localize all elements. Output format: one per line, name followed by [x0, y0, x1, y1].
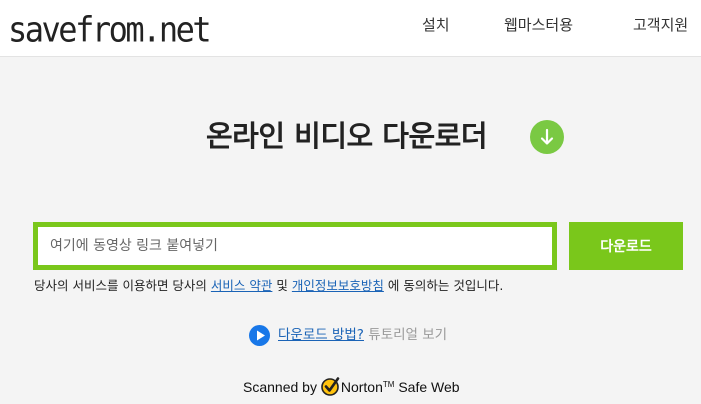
safe-web-label: Safe Web: [398, 379, 460, 395]
terms-prefix: 당사의 서비스를 이용하면 당사의: [34, 278, 207, 293]
privacy-policy-link[interactable]: 개인정보보호방침: [292, 278, 384, 293]
nav-webmaster[interactable]: 웹마스터용: [504, 16, 573, 34]
page-title: 온라인 비디오 다운로더: [206, 119, 488, 153]
arrow-down-circle-icon: [530, 120, 564, 154]
norton-safe-web-badge[interactable]: Scanned by NortonTM Safe Web: [243, 372, 460, 400]
nav-support[interactable]: 고객지원: [633, 16, 688, 34]
how-to-download-link[interactable]: 다운로드 방법?: [278, 327, 364, 343]
terms-suffix: 에 동의하는 것입니다.: [387, 278, 504, 293]
tutorial-row: 다운로드 방법? 튜토리얼 보기: [249, 324, 447, 346]
url-input[interactable]: [38, 227, 552, 265]
norton-check-icon: [320, 375, 342, 397]
trademark-mark: TM: [382, 380, 395, 389]
tutorial-text: 튜토리얼 보기: [368, 327, 448, 343]
site-header: savefrom.net 설치 웹마스터용 고객지원: [0, 0, 701, 57]
site-logo[interactable]: savefrom.net: [8, 9, 212, 50]
play-circle-icon[interactable]: [249, 324, 270, 346]
norton-brand: Norton: [340, 379, 383, 395]
scanned-by-label: Scanned by: [243, 379, 317, 395]
download-button[interactable]: 다운로드: [569, 222, 683, 270]
terms-of-service-link[interactable]: 서비스 약관: [211, 278, 272, 293]
nav-install[interactable]: 설치: [422, 16, 450, 34]
terms-middle: 및: [276, 278, 288, 293]
terms-notice: 당사의 서비스를 이용하면 당사의 서비스 약관 및 개인정보보호방침 에 동의…: [34, 278, 503, 294]
url-input-frame: [33, 222, 557, 270]
